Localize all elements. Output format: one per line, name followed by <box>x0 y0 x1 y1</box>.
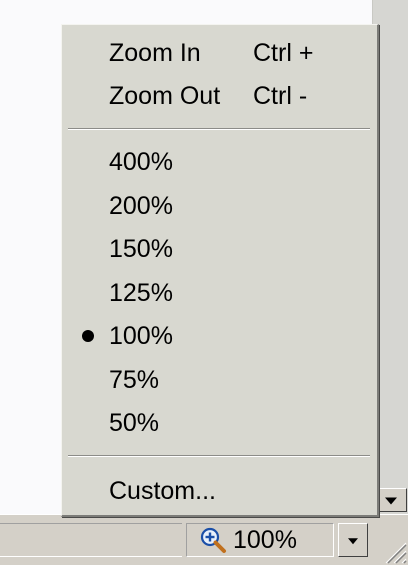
menu-item-label: Zoom In <box>109 38 201 67</box>
zoom-dropdown-button[interactable] <box>338 523 368 557</box>
menu-item-label: 200% <box>109 191 173 220</box>
selected-bullet-icon <box>82 330 94 342</box>
menu-item-zoom-150[interactable]: 150% <box>62 230 377 268</box>
menu-item-label: 150% <box>109 234 173 263</box>
menu-item-label: 75% <box>109 365 160 394</box>
menu-item-zoom-200[interactable]: 200% <box>62 187 377 225</box>
menu-item-label: 125% <box>109 278 173 307</box>
menu-item-custom[interactable]: Custom... <box>62 472 377 510</box>
menu-item-zoom-out[interactable]: Zoom Out Ctrl - <box>62 77 377 115</box>
menu-item-label: 400% <box>109 147 173 176</box>
menu-item-zoom-400[interactable]: 400% <box>62 143 377 181</box>
scroll-down-arrow-icon[interactable] <box>375 488 407 512</box>
menu-separator <box>68 128 370 130</box>
zoom-value-text: 100% <box>233 525 297 554</box>
size-grip-icon[interactable] <box>378 535 408 565</box>
menu-item-zoom-in[interactable]: Zoom In Ctrl + <box>62 34 377 72</box>
menu-item-label: 100% <box>109 321 173 350</box>
menu-separator <box>68 455 370 457</box>
menu-item-label: Zoom Out <box>109 81 221 110</box>
menu-item-zoom-100[interactable]: 100% <box>62 317 377 355</box>
menu-item-zoom-125[interactable]: 125% <box>62 274 377 312</box>
menu-item-label: Custom... <box>109 476 216 505</box>
menu-item-zoom-75[interactable]: 75% <box>62 361 377 399</box>
menu-item-zoom-50[interactable]: 50% <box>62 404 377 442</box>
menu-item-label: 50% <box>109 408 160 437</box>
status-bar: 100% <box>0 514 408 565</box>
magnifier-plus-icon <box>199 526 229 554</box>
menu-item-shortcut: Ctrl + <box>253 38 314 67</box>
status-pane <box>0 523 182 557</box>
zoom-popup-menu: Zoom In Ctrl + Zoom Out Ctrl - 400% 200%… <box>61 24 379 517</box>
zoom-level-display[interactable]: 100% <box>186 523 334 557</box>
menu-item-shortcut: Ctrl - <box>253 81 308 110</box>
